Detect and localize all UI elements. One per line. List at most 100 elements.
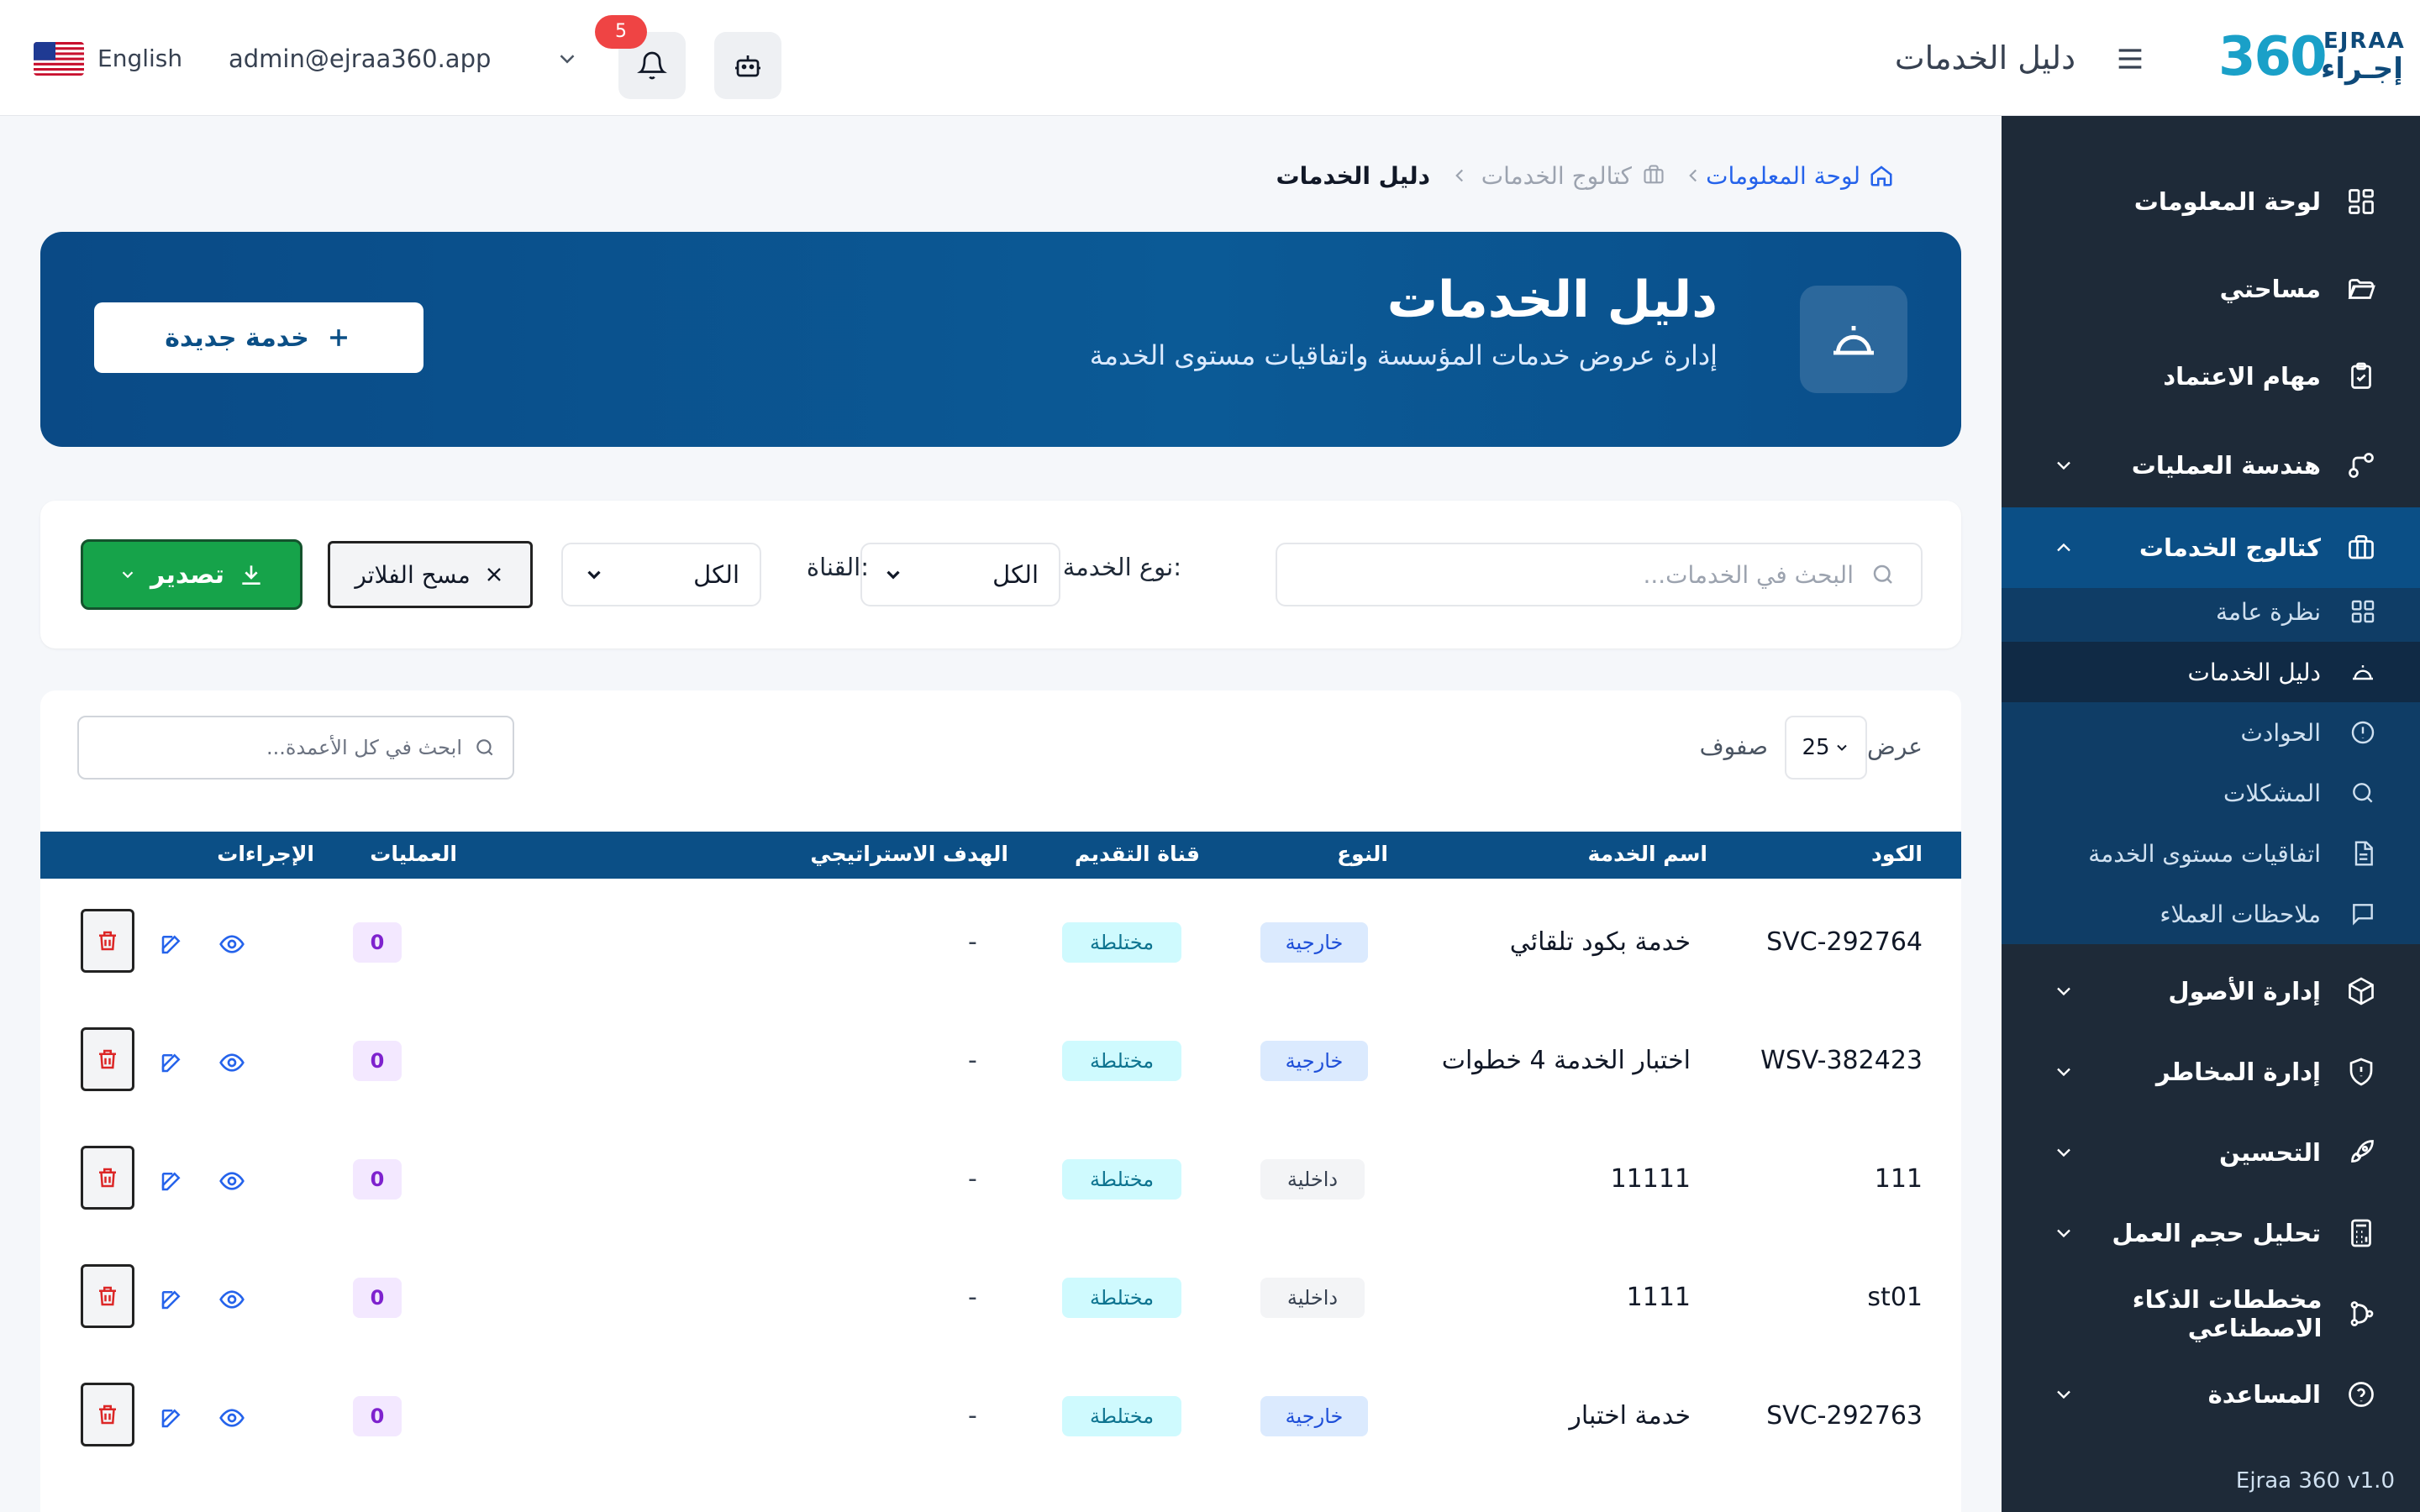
cell-code: WSV-382423	[1760, 1046, 1923, 1075]
eye-icon[interactable]	[215, 1401, 249, 1435]
column-header-name[interactable]: اسم الخدمة	[1587, 842, 1707, 866]
delete-button[interactable]	[81, 1027, 134, 1091]
submenu-item-service-directory[interactable]: دليل الخدمات	[2002, 642, 2420, 702]
column-header-type[interactable]: النوع	[1337, 842, 1388, 866]
eye-icon[interactable]	[215, 1283, 249, 1316]
chevron-down-icon	[2052, 979, 2075, 1003]
breadcrumb-catalog[interactable]: كتالوج الخدمات	[1481, 160, 1632, 193]
eye-icon[interactable]	[215, 1164, 249, 1198]
submenu-item-customer-feedback[interactable]: ملاحظات العملاء	[2002, 884, 2420, 944]
rocket-icon	[2344, 1136, 2378, 1169]
language-label[interactable]: English	[97, 42, 182, 76]
logo-number: 360	[2218, 26, 2328, 88]
table-row[interactable]: SVC-292764 خدمة بكود تلقائي خارجية مختلطة - 0	[40, 884, 1961, 1002]
table-row[interactable]: SVC-292763 خدمة اختبار خارجية مختلطة - 0	[40, 1357, 1961, 1476]
search-icon	[474, 737, 496, 759]
clear-filters-button[interactable]: مسح الفلاتر	[328, 541, 533, 608]
new-service-label: خدمة جديدة	[165, 323, 309, 353]
submenu-item-label: نظرة عامة	[2215, 597, 2321, 626]
chevron-left-icon	[1449, 165, 1470, 186]
submenu-item-incidents[interactable]: الحوادث	[2002, 702, 2420, 763]
submenu-item-sla[interactable]: اتفاقيات مستوى الخدمة	[2002, 823, 2420, 884]
chevron-up-icon	[2052, 536, 2075, 559]
edit-icon[interactable]	[155, 1046, 188, 1079]
table-row[interactable]: st01 1111 داخلية مختلطة - 0	[40, 1239, 1961, 1357]
column-header-actions: الإجراءات	[217, 842, 314, 866]
column-header-strategic-goal[interactable]: الهدف الاستراتيجي	[810, 842, 1008, 866]
sidebar-item-dashboard[interactable]: لوحة المعلومات	[2002, 161, 2420, 242]
sidebar-item-ai-diagrams[interactable]: مخططات الذكاء الاصطناعي	[2002, 1273, 2420, 1354]
cell-service-name: خدمة بكود تلقائي	[1509, 927, 1691, 957]
column-header-channel[interactable]: قناة التقديم	[1075, 842, 1200, 866]
export-button[interactable]: تصدير	[81, 539, 302, 610]
search-icon	[1870, 562, 1896, 587]
eye-icon[interactable]	[215, 1046, 249, 1079]
trash-icon	[95, 1165, 120, 1190]
ai-assistant-button[interactable]	[714, 32, 781, 99]
sidebar-item-asset-management[interactable]: إدارة الأصول	[2002, 951, 2420, 1032]
edit-icon[interactable]	[155, 1401, 188, 1435]
message-icon	[2348, 899, 2378, 929]
delete-button[interactable]	[81, 909, 134, 973]
type-badge: خارجية	[1260, 922, 1368, 963]
rows-per-page-select[interactable]: 25	[1785, 716, 1867, 780]
new-service-button[interactable]: خدمة جديدة	[94, 302, 424, 373]
column-search-input[interactable]: ابحث في كل الأعمدة...	[77, 716, 514, 780]
submenu-item-problems[interactable]: المشكلات	[2002, 763, 2420, 823]
service-type-select[interactable]: الكل	[860, 543, 1060, 606]
operations-count-badge: 0	[353, 1159, 402, 1200]
cell-strategic-goal: -	[968, 1401, 977, 1431]
sidebar-item-approval-tasks[interactable]: مهام الاعتماد	[2002, 336, 2420, 417]
sidebar-item-process-engineering[interactable]: هندسة العمليات	[2002, 425, 2420, 506]
table-row[interactable]: 111 11111 داخلية مختلطة -0	[40, 1121, 1961, 1239]
app-version: Ejraa 360 v1.0	[2235, 1468, 2395, 1494]
edit-icon[interactable]	[155, 1283, 188, 1316]
chevron-down-icon[interactable]	[555, 46, 580, 71]
type-badge: داخلية	[1260, 1278, 1365, 1318]
service-search-input[interactable]: البحث في الخدمات...	[1276, 543, 1923, 606]
calculator-icon	[2344, 1216, 2378, 1250]
column-search-placeholder: ابحث في كل الأعمدة...	[266, 736, 462, 759]
trash-icon	[95, 1284, 120, 1309]
chevron-left-icon	[1682, 165, 1704, 186]
delete-button[interactable]	[81, 1146, 134, 1210]
sidebar-item-label: المساعدة	[2207, 1380, 2321, 1409]
sidebar-item-workload-analysis[interactable]: تحليل حجم العمل	[2002, 1193, 2420, 1273]
sidebar-item-help[interactable]: المساعدة	[2002, 1354, 2420, 1435]
service-bell-icon	[2348, 657, 2378, 687]
sidebar-item-my-space[interactable]: مساحتي	[2002, 249, 2420, 329]
delete-button[interactable]	[81, 1383, 134, 1446]
sidebar-item-improvement[interactable]: التحسين	[2002, 1112, 2420, 1193]
table-row[interactable]: WSV-382423 اختبار الخدمة 4 خطوات خارجية مخت…	[40, 1002, 1961, 1121]
page-header-banner: دليل الخدمات إدارة عروض خدمات المؤسسة وا…	[40, 232, 1961, 447]
plus-icon	[324, 323, 353, 352]
us-flag-icon[interactable]	[34, 42, 84, 76]
type-badge: خارجية	[1260, 1396, 1368, 1436]
sidebar-item-label: مهام الاعتماد	[2163, 362, 2321, 391]
cell-strategic-goal: -	[968, 1283, 977, 1312]
cell-strategic-goal: -	[968, 1164, 977, 1194]
user-email[interactable]: admin@ejraa360.app	[229, 42, 491, 76]
edit-icon[interactable]	[155, 1164, 188, 1198]
edit-icon[interactable]	[155, 927, 188, 961]
column-header-code[interactable]: الكود	[1871, 842, 1923, 866]
submenu-item-overview[interactable]: نظرة عامة	[2002, 581, 2420, 642]
cell-strategic-goal: -	[968, 1046, 977, 1075]
search-icon	[2348, 778, 2378, 808]
hero-title: دليل الخدمات	[1386, 270, 1718, 329]
home-icon	[1869, 163, 1894, 188]
channel-select[interactable]: الكل	[561, 543, 761, 606]
page-title: دليل الخدمات	[1894, 39, 2075, 76]
filters-card: البحث في الخدمات... نوع الخدمة: الكل الق…	[40, 501, 1961, 648]
service-bell-icon	[1800, 286, 1907, 393]
sidebar-item-risk-management[interactable]: إدارة المخاطر	[2002, 1032, 2420, 1112]
export-label: تصدير	[150, 559, 225, 590]
eye-icon[interactable]	[215, 927, 249, 961]
sidebar: لوحة المعلومات مساحتي مهام الاعتماد هندس…	[2002, 116, 2420, 1512]
breadcrumb-home[interactable]: لوحة المعلومات	[1706, 160, 1860, 193]
column-header-operations[interactable]: العمليات	[370, 842, 457, 866]
delete-button[interactable]	[81, 1264, 134, 1328]
bell-icon	[637, 50, 667, 81]
sidebar-item-service-catalog[interactable]: كتالوج الخدمات	[2002, 507, 2420, 588]
menu-icon[interactable]	[2113, 42, 2147, 76]
